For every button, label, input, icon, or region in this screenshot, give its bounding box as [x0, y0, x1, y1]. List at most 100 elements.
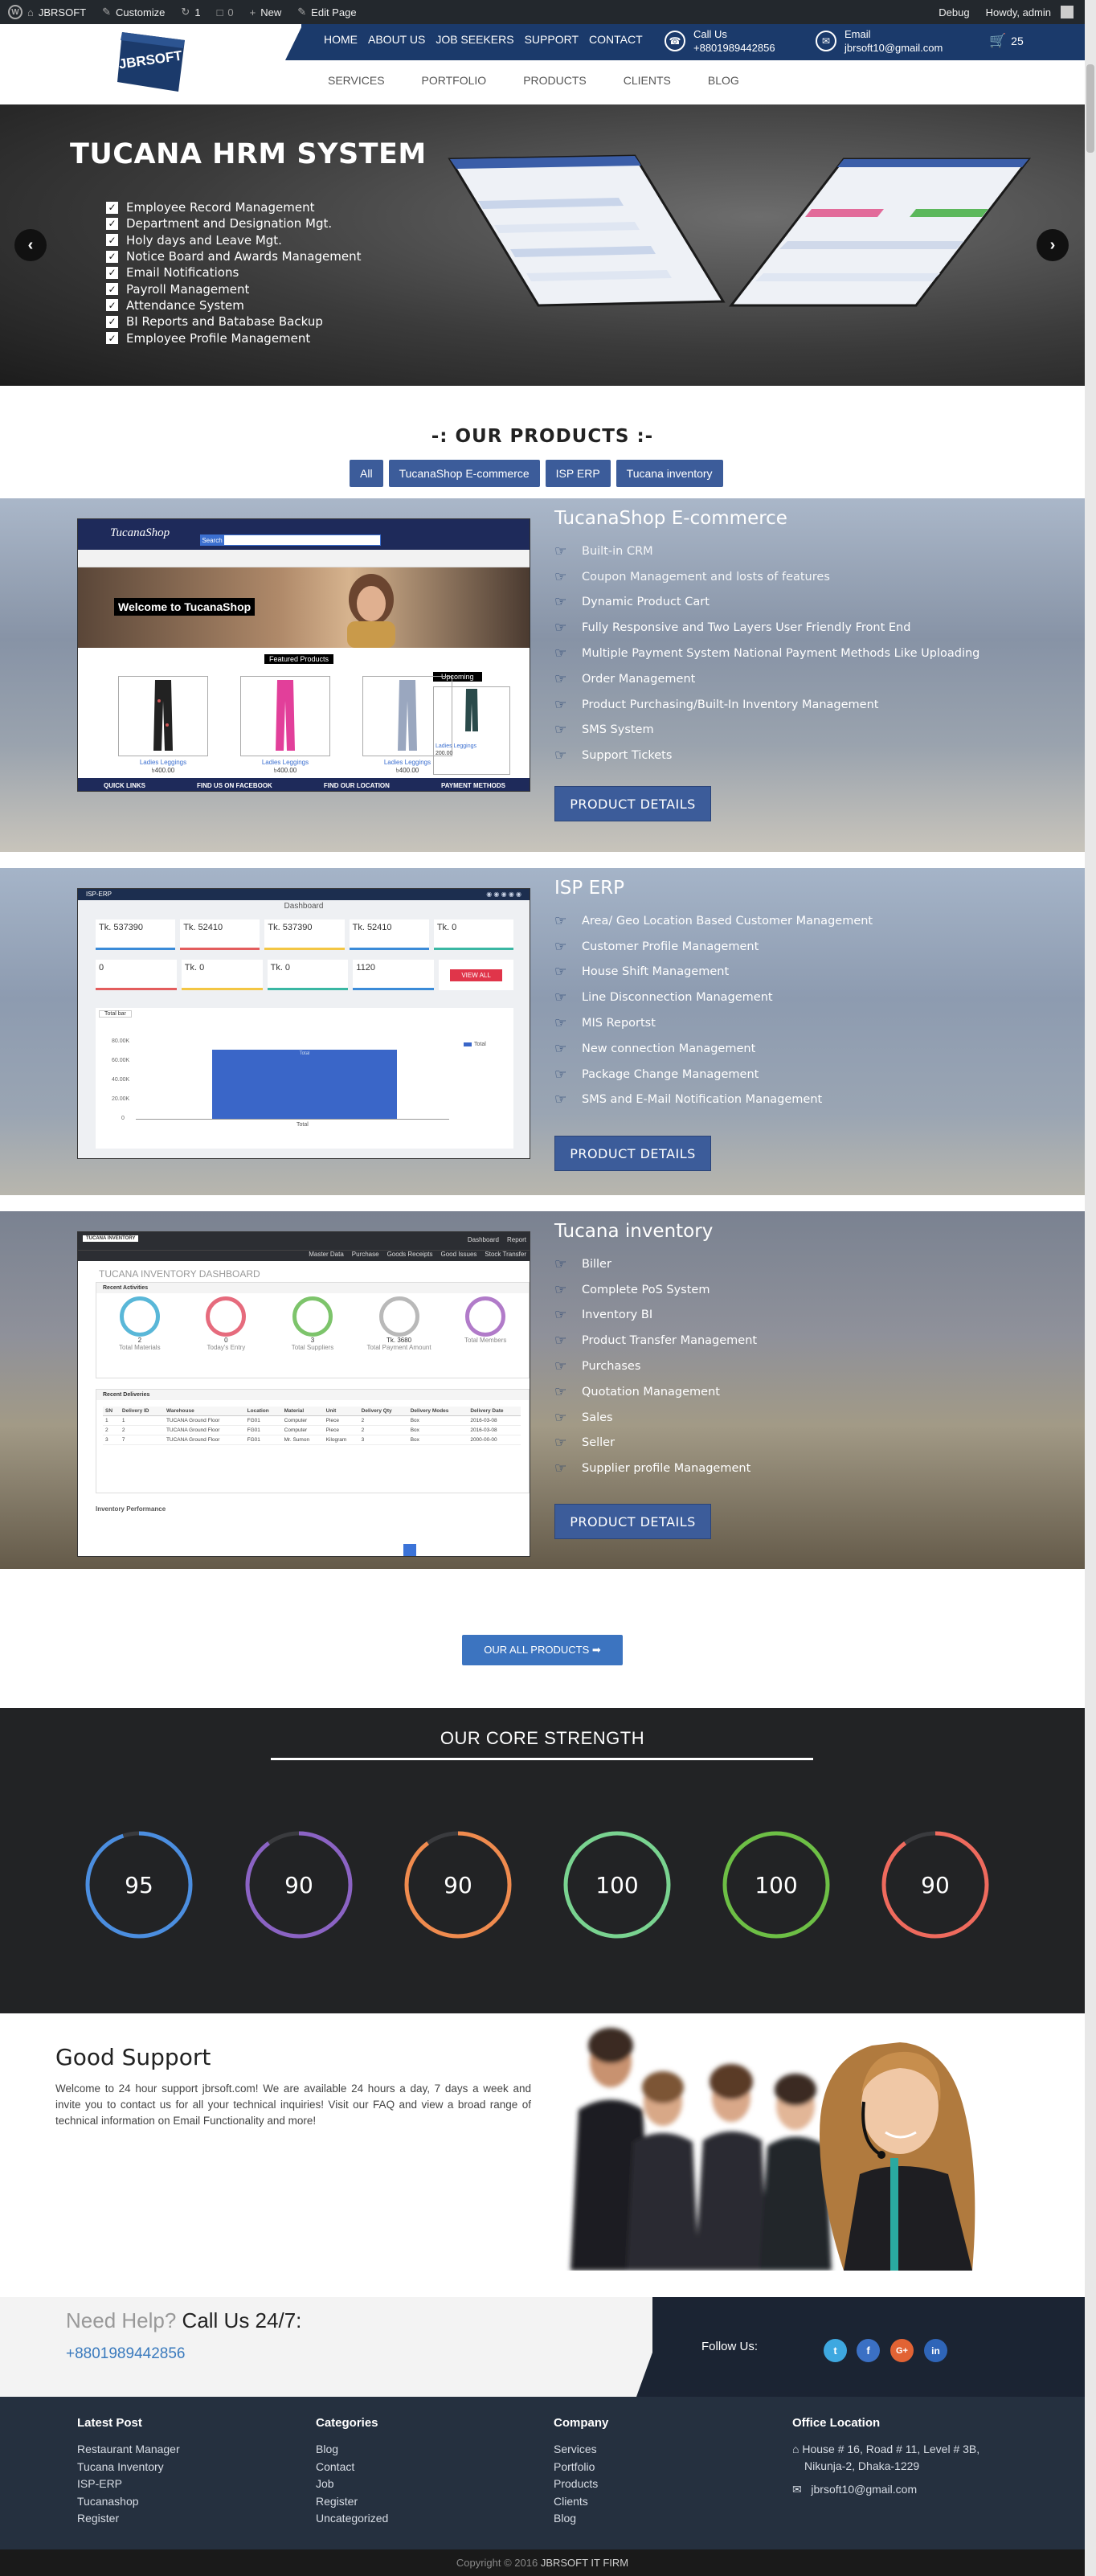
office-email[interactable]: jbrsoft10@gmail.com — [811, 2483, 917, 2496]
footer-heading: Categories — [316, 2416, 378, 2430]
admin-updates[interactable]: ↻ 1 — [173, 0, 208, 24]
subnav-portfolio[interactable]: PORTFOLIO — [422, 74, 487, 87]
subnav-services[interactable]: SERVICES — [328, 74, 385, 87]
twitter-icon[interactable]: t — [824, 2339, 847, 2362]
footer-link[interactable]: Portfolio — [554, 2459, 608, 2476]
support-section: Good Support Welcome to 24 hour support … — [0, 2013, 1085, 2271]
strength-gauge: 90 — [879, 1829, 992, 1941]
nav-job-seekers[interactable]: JOB SEEKERS — [436, 33, 519, 46]
filter-all[interactable]: All — [350, 460, 383, 487]
footer-link[interactable]: ISP-ERP — [77, 2476, 180, 2493]
avatar[interactable] — [1061, 6, 1074, 18]
footer-link[interactable]: Tucanashop — [77, 2493, 180, 2511]
shot-header: ISP-ERP ◉ ◉ ◉ ◉ ◉ — [78, 889, 530, 900]
follow-label: Follow Us: — [701, 2340, 759, 2353]
feature-text: Attendance System — [126, 297, 244, 313]
scrollbar-thumb[interactable] — [1086, 64, 1094, 153]
filter-tucanashop[interactable]: TucanaShop E-commerce — [388, 460, 540, 487]
table-cell: TUCANA Ground Floor — [163, 1415, 245, 1426]
product-details-button[interactable]: PRODUCT DETAILS — [554, 786, 711, 821]
table-header-cell: Delivery ID — [119, 1407, 164, 1416]
filter-isp-erp[interactable]: ISP ERP — [545, 460, 611, 487]
shot-footer: QUICK LINKS FIND US ON FACEBOOK FIND OUR L… — [78, 778, 530, 791]
footer-link[interactable]: Tucana Inventory — [77, 2459, 180, 2476]
list-item: ☞ Built-in CRM — [554, 543, 653, 559]
google-plus-icon[interactable]: G+ — [890, 2339, 914, 2362]
nav-support[interactable]: SUPPORT — [525, 33, 584, 46]
phone-icon: ☎ — [665, 31, 685, 51]
product-tucana-inventory: TUCANA INVENTORY Dashboard Report Master … — [0, 1211, 1085, 1569]
cart-button[interactable]: 🛒 25 — [989, 33, 1024, 49]
admin-howdy[interactable]: Howdy, admin — [986, 6, 1051, 18]
admin-site-name[interactable]: JBRSOFT — [39, 6, 86, 18]
list-item: ☞ Complete PoS System — [554, 1281, 710, 1298]
nav-home[interactable]: HOME — [324, 33, 363, 46]
admin-edit-label[interactable]: Edit Page — [311, 6, 356, 18]
shot-header: TucanaShop Search — [78, 519, 530, 550]
subnav-clients[interactable]: CLIENTS — [624, 74, 671, 87]
subnav-blog[interactable]: BLOG — [708, 74, 739, 87]
list-item: ☞ Order Management — [554, 670, 696, 687]
linkedin-icon[interactable]: in — [924, 2339, 947, 2362]
need-help-section: Need Help? Call Us 24/7: +8801989442856 … — [0, 2297, 1085, 2397]
scrollbar[interactable] — [1085, 0, 1096, 2576]
footer-link[interactable]: Products — [554, 2476, 608, 2493]
table-header-cell: Warehouse — [163, 1407, 245, 1416]
slider-next-button[interactable]: › — [1037, 229, 1069, 261]
product-details-button[interactable]: PRODUCT DETAILS — [554, 1136, 711, 1171]
hand-pointer-icon: ☞ — [554, 1460, 567, 1477]
footer-link[interactable]: Contact — [316, 2459, 388, 2476]
shot-brand: TucanaShop — [110, 526, 170, 539]
footer-heading: Latest Post — [77, 2416, 142, 2430]
admin-site-menu[interactable]: W ⌂ JBRSOFT — [0, 0, 94, 24]
help-phone[interactable]: +8801989442856 — [66, 2345, 185, 2363]
product-details-button[interactable]: PRODUCT DETAILS — [554, 1504, 711, 1539]
support-text: Welcome to 24 hour support jbrsoft.com! … — [55, 2083, 531, 2127]
nav-about[interactable]: ABOUT US — [368, 33, 431, 46]
call-value[interactable]: +8801989442856 — [693, 41, 775, 55]
hand-pointer-icon: ☞ — [554, 568, 567, 585]
table-cell: TUCANA Ground Floor — [163, 1435, 245, 1445]
admin-new[interactable]: + New — [242, 0, 290, 24]
admin-account[interactable]: Howdy, admin — [978, 0, 1096, 24]
shot-bar: Total — [212, 1050, 397, 1119]
admin-new-label[interactable]: New — [260, 6, 281, 18]
admin-debug-label[interactable]: Debug — [939, 6, 969, 18]
admin-debug[interactable]: Debug — [930, 0, 977, 24]
footer-link[interactable]: Restaurant Manager — [77, 2441, 180, 2459]
wordpress-logo-icon[interactable]: W — [8, 5, 22, 19]
core-divider — [271, 1758, 813, 1760]
all-products-button[interactable]: OUR ALL PRODUCTS ➡ — [462, 1635, 623, 1665]
email-value[interactable]: jbrsoft10@gmail.com — [844, 41, 943, 55]
tucana-inventory-screenshot: TUCANA INVENTORY Dashboard Report Master … — [77, 1231, 530, 1557]
site-logo[interactable]: JBRSOFT — [114, 29, 188, 93]
shot-activities: Recent Activities 2 Total Materials 0 Toda… — [96, 1282, 530, 1378]
hand-pointer-icon: ☞ — [554, 964, 567, 981]
admin-comments[interactable]: □ 0 — [209, 0, 242, 24]
slider-prev-button[interactable]: ‹ — [14, 229, 47, 261]
footer-link[interactable]: Clients — [554, 2493, 608, 2511]
shot-product-3-label: Ladies Leggings ৳400.00 — [383, 759, 431, 774]
hand-pointer-icon: ☞ — [554, 722, 567, 739]
footer-link[interactable]: Blog — [554, 2510, 608, 2528]
admin-updates-count[interactable]: 1 — [194, 6, 200, 18]
footer-link[interactable]: Services — [554, 2441, 608, 2459]
footer-link[interactable]: Blog — [316, 2441, 388, 2459]
footer-link[interactable]: Uncategorized — [316, 2510, 388, 2528]
filter-tucana-inventory[interactable]: Tucana inventory — [615, 460, 723, 487]
list-item: ☞ New connection Management — [554, 1040, 756, 1057]
footer-link[interactable]: Register — [77, 2510, 180, 2528]
facebook-icon[interactable]: f — [857, 2339, 880, 2362]
footer-link[interactable]: Register — [316, 2493, 388, 2511]
admin-edit-page[interactable]: ✎ Edit Page — [289, 0, 364, 24]
admin-customize-label[interactable]: Customize — [116, 6, 165, 18]
footer-link[interactable]: Job — [316, 2476, 388, 2493]
nav-contact[interactable]: CONTACT — [589, 33, 648, 46]
admin-customize[interactable]: ✎ Customize — [94, 0, 173, 24]
table-cell: Kilogram — [323, 1435, 359, 1445]
check-icon: ✓ — [106, 283, 118, 296]
hand-pointer-icon: ☞ — [554, 912, 567, 929]
list-item: ✓ Employee Profile Management — [106, 330, 361, 346]
subnav-products[interactable]: PRODUCTS — [523, 74, 587, 87]
admin-comments-count[interactable]: 0 — [227, 6, 233, 18]
